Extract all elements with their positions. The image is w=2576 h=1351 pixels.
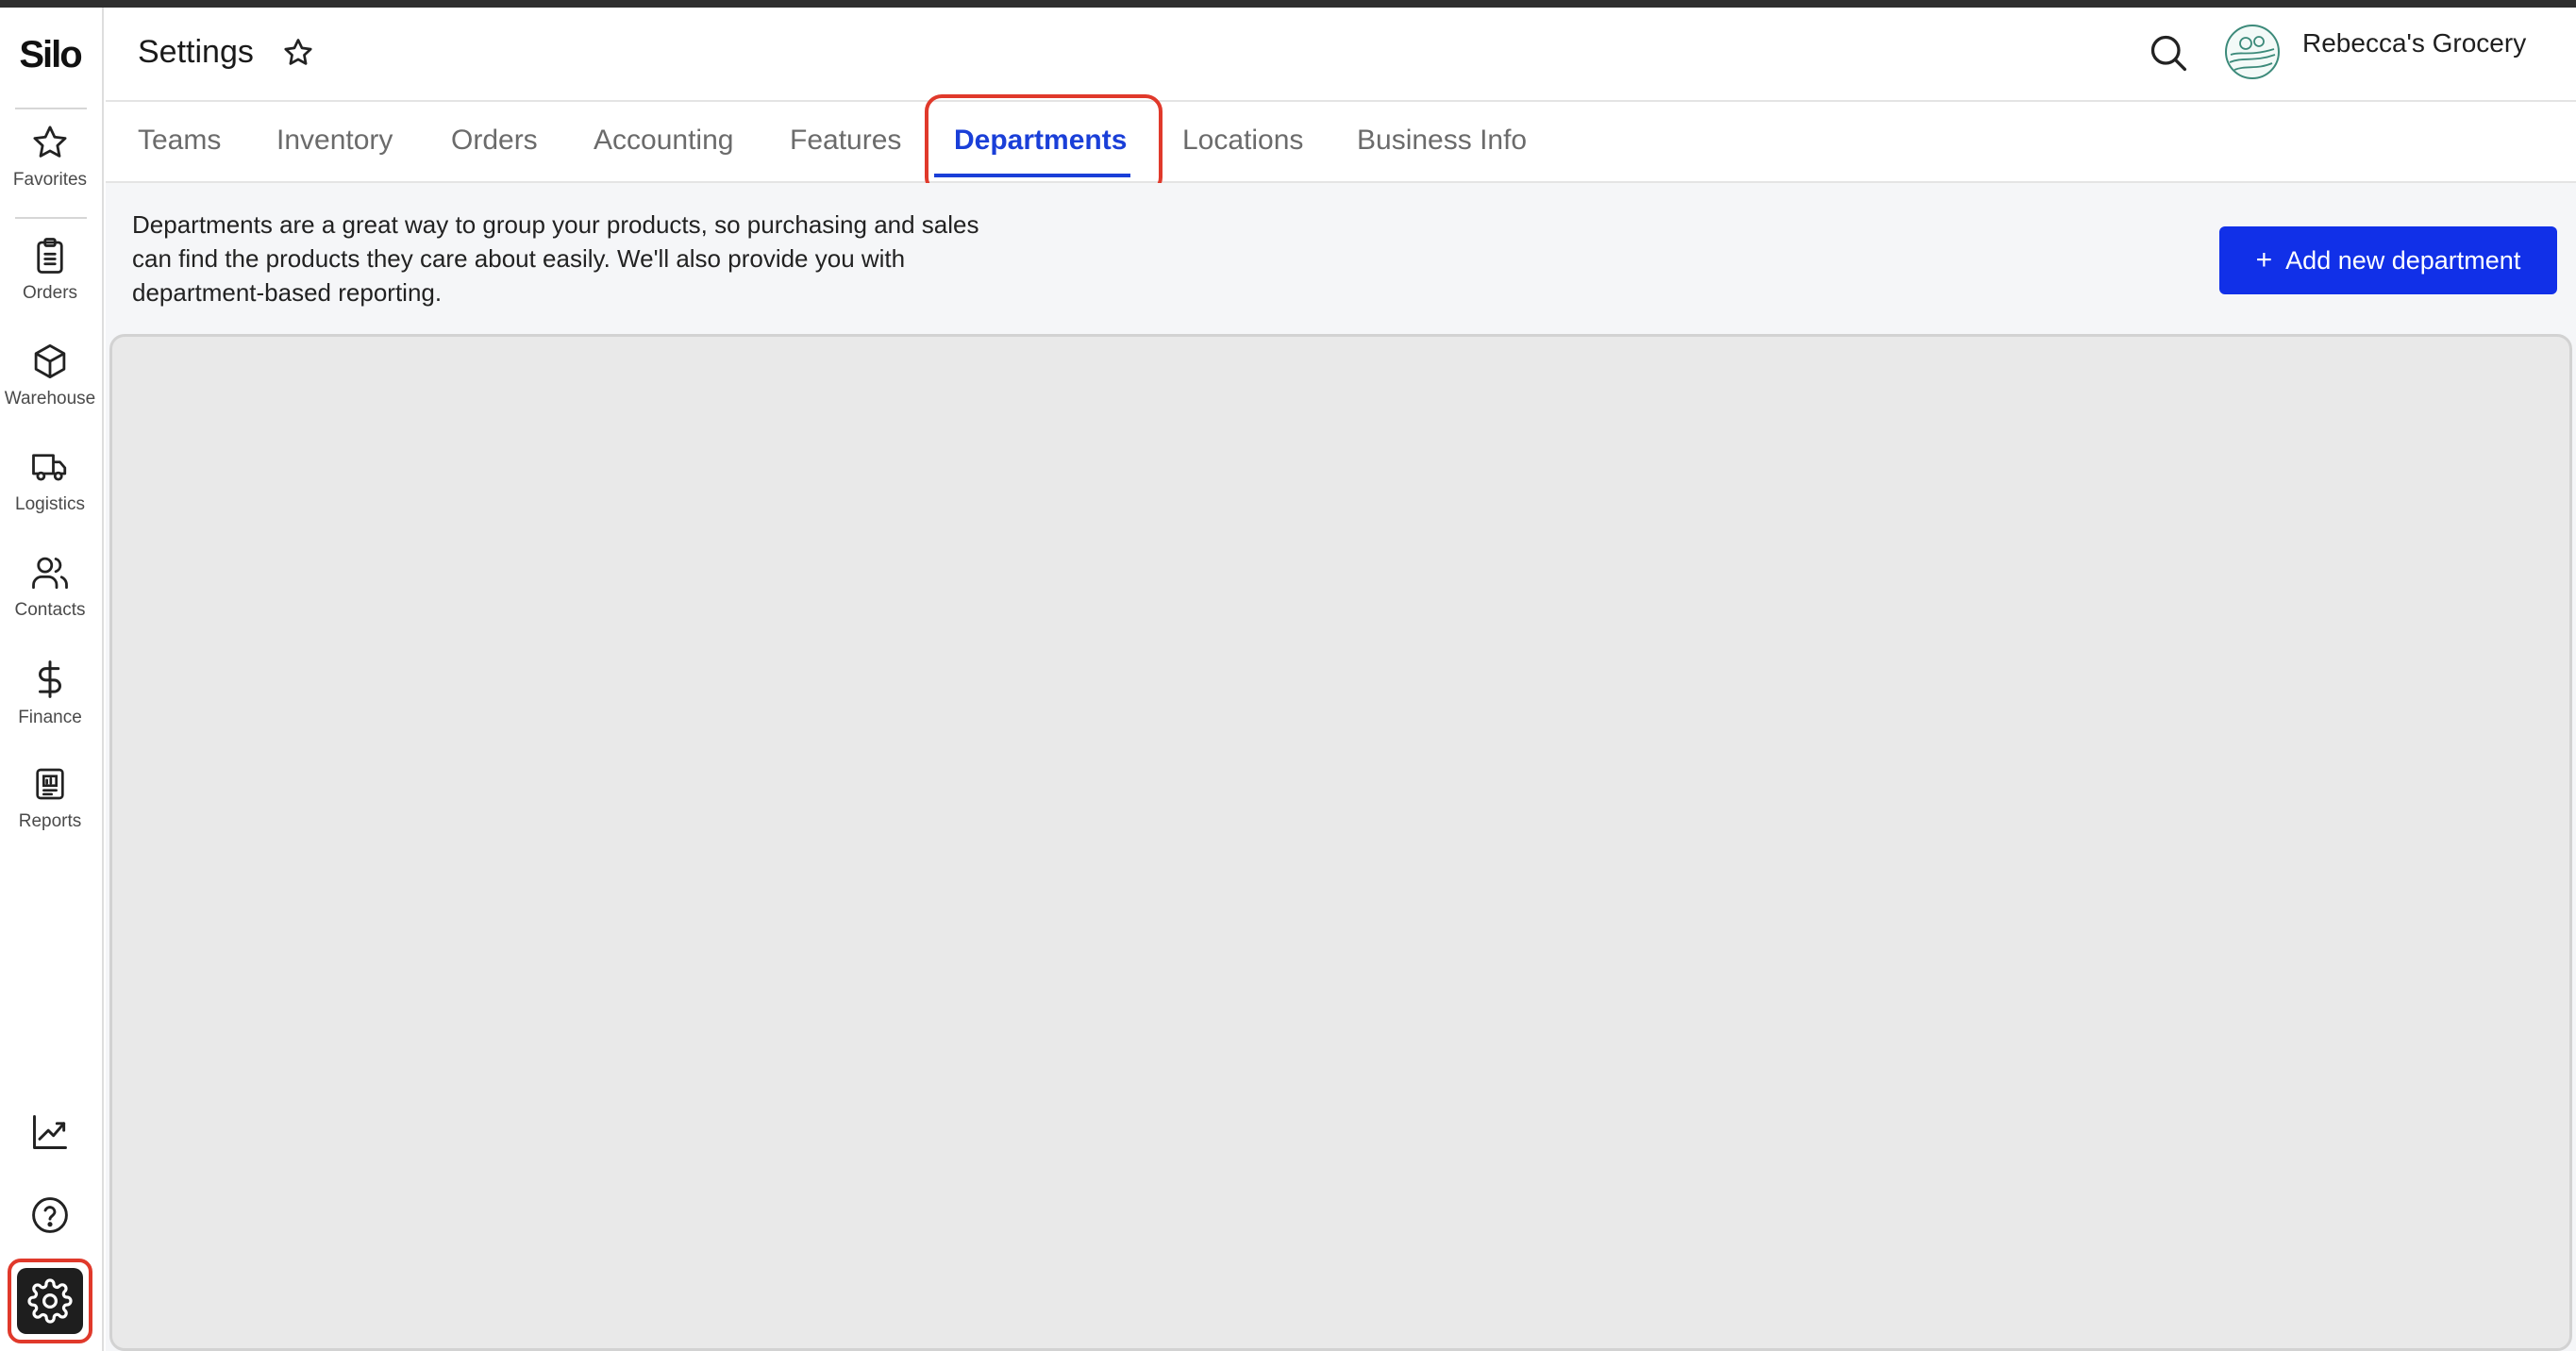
box-icon bbox=[34, 343, 66, 379]
sidebar-item-label: Finance bbox=[18, 708, 82, 727]
sidebar-divider bbox=[15, 217, 87, 219]
tab-business-info[interactable]: Business Info bbox=[1357, 125, 1527, 157]
gear-icon bbox=[27, 1278, 73, 1324]
sidebar-item-label: Logistics bbox=[15, 494, 85, 514]
clipboard-icon bbox=[37, 238, 63, 274]
window-top-strip bbox=[0, 0, 2576, 8]
settings-button-inner bbox=[17, 1268, 83, 1334]
sidebar-item-logistics[interactable]: Logistics bbox=[0, 447, 100, 515]
sidebar-item-label: Favorites bbox=[12, 170, 88, 190]
sidebar: Silo Favorites Orders Warehouse Logistic… bbox=[0, 8, 104, 1351]
plus-icon: + bbox=[2255, 244, 2273, 275]
active-tab-underline bbox=[934, 174, 1130, 177]
sidebar-divider bbox=[15, 108, 87, 109]
tab-departments[interactable]: Departments bbox=[954, 125, 1127, 157]
sidebar-item-finance[interactable]: Finance bbox=[0, 659, 100, 728]
tab-features[interactable]: Features bbox=[790, 125, 901, 157]
tab-locations[interactable]: Locations bbox=[1182, 125, 1303, 157]
trending-up-icon bbox=[33, 1115, 67, 1149]
star-icon bbox=[33, 125, 67, 158]
sidebar-item-label: Orders bbox=[22, 283, 78, 303]
report-icon bbox=[36, 768, 64, 800]
sidebar-item-label: Warehouse bbox=[4, 389, 96, 409]
sidebar-item-label: Contacts bbox=[14, 600, 86, 620]
avatar-logo-icon bbox=[2229, 36, 2276, 71]
truck-icon bbox=[32, 454, 67, 481]
settings-tabs: Teams Inventory Orders Accounting Featur… bbox=[106, 94, 2576, 194]
page-title: Settings bbox=[138, 34, 254, 70]
search-button[interactable] bbox=[2148, 32, 2189, 78]
settings-button[interactable] bbox=[8, 1259, 92, 1343]
silo-logo[interactable]: Silo bbox=[0, 34, 100, 76]
star-outline-icon bbox=[284, 39, 312, 65]
tab-teams[interactable]: Teams bbox=[138, 125, 221, 157]
sidebar-item-warehouse[interactable]: Warehouse bbox=[0, 342, 100, 409]
dollar-icon bbox=[39, 660, 61, 698]
main-content: Departments are a great way to group you… bbox=[106, 183, 2576, 1351]
departments-description: Departments are a great way to group you… bbox=[132, 210, 979, 307]
help-icon bbox=[32, 1197, 68, 1233]
sidebar-item-favorites[interactable]: Favorites bbox=[0, 123, 100, 191]
account-name[interactable]: Rebecca's Grocery bbox=[2302, 28, 2526, 58]
tab-accounting[interactable]: Accounting bbox=[594, 125, 733, 157]
add-department-label: Add new department bbox=[2285, 245, 2521, 275]
sidebar-item-label: Reports bbox=[18, 811, 82, 831]
users-icon bbox=[32, 557, 68, 590]
page-header: Settings Rebecca's Grocery bbox=[106, 8, 2576, 102]
analytics-button[interactable] bbox=[0, 1111, 100, 1153]
tab-inventory[interactable]: Inventory bbox=[276, 125, 393, 157]
sidebar-item-contacts[interactable]: Contacts bbox=[0, 553, 100, 621]
help-button[interactable] bbox=[0, 1194, 100, 1236]
sidebar-item-orders[interactable]: Orders bbox=[0, 236, 100, 304]
departments-panel bbox=[109, 334, 2572, 1351]
add-department-button[interactable]: + Add new department bbox=[2219, 226, 2557, 294]
account-avatar[interactable] bbox=[2225, 25, 2280, 79]
favorite-button[interactable] bbox=[281, 36, 315, 75]
sidebar-item-reports[interactable]: Reports bbox=[0, 764, 100, 832]
tab-orders[interactable]: Orders bbox=[451, 125, 538, 157]
search-icon bbox=[2150, 35, 2187, 72]
